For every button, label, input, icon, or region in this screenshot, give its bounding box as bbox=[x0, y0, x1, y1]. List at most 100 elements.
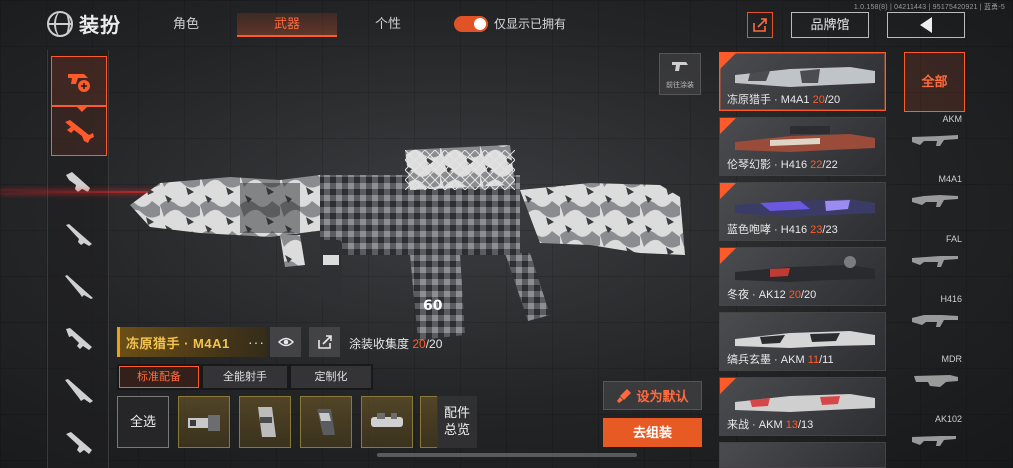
skin-total: /13 bbox=[797, 419, 814, 431]
skin-owned: 23 bbox=[810, 224, 823, 236]
back-button[interactable] bbox=[887, 12, 965, 38]
subtab-all-round[interactable]: 全能射手 bbox=[203, 366, 287, 388]
skin-list: 冻原猎手 · M4A1 20/20 伦琴幻影 · H416 22/22 蓝色咆哮… bbox=[716, 50, 892, 468]
select-all-button[interactable]: 全选 bbox=[117, 396, 169, 448]
preview-toggle-button[interactable] bbox=[270, 327, 301, 357]
grip-attachment-icon bbox=[317, 409, 335, 435]
skin-card-label: 来战 · AKM 13/13 bbox=[727, 416, 813, 432]
h416-silhouette-icon bbox=[912, 315, 958, 327]
category-smg[interactable] bbox=[51, 158, 107, 208]
back-arrow-icon bbox=[920, 17, 932, 33]
attachment-slot-magazine[interactable] bbox=[239, 396, 291, 448]
overview-label-line2: 总览 bbox=[443, 422, 470, 437]
home-indicator bbox=[377, 453, 637, 457]
attachment-slot-partial[interactable] bbox=[420, 396, 438, 448]
category-bolt-rifle[interactable] bbox=[51, 366, 107, 416]
weapon-type-label: FAL bbox=[945, 234, 962, 244]
weapon-name-bar: 冻原猎手 · M4A1 bbox=[117, 327, 267, 357]
skin-owned: 20 bbox=[812, 94, 825, 106]
subtab-custom[interactable]: 定制化 bbox=[291, 366, 371, 388]
owned-only-toggle[interactable] bbox=[454, 15, 488, 32]
weapon-preview-m4a1[interactable]: 60 bbox=[120, 135, 700, 345]
tab-character[interactable]: 角色 bbox=[160, 13, 212, 37]
skin-tag-icon bbox=[720, 378, 736, 394]
skin-owned: 13 bbox=[785, 419, 798, 431]
skin-brush-icon bbox=[68, 74, 90, 92]
category-sniper[interactable] bbox=[51, 262, 107, 312]
skin-name: 蓝色咆哮 · H416 bbox=[727, 224, 808, 236]
weapon-type-label: H416 bbox=[940, 294, 962, 304]
skin-card-label: 冬夜 · AK12 20/20 bbox=[727, 286, 816, 302]
smg-icon bbox=[66, 172, 90, 192]
weapon-type-ak102[interactable]: AK102 bbox=[904, 414, 966, 468]
skin-total: /22 bbox=[822, 159, 838, 171]
tab-weapon[interactable]: 武器 bbox=[237, 13, 337, 37]
attachment-slot-muzzle[interactable] bbox=[178, 396, 230, 448]
owned-only-filter: 仅显示已拥有 bbox=[454, 15, 566, 32]
weapon-type-m4a1[interactable]: M4A1 bbox=[904, 174, 966, 234]
bolt-rifle-icon bbox=[65, 379, 93, 403]
loadout-subtabs: 标准配备 全能射手 定制化 bbox=[117, 364, 373, 390]
collect-total: /20 bbox=[425, 337, 443, 351]
brush-icon bbox=[617, 388, 632, 403]
category-marksman-rifle[interactable] bbox=[51, 314, 107, 364]
skin-name: 冻原猎手 · M4A1 bbox=[727, 94, 810, 106]
eye-icon bbox=[277, 337, 294, 347]
tab-personality[interactable]: 个性 bbox=[362, 13, 414, 37]
set-default-button[interactable]: 设为默认 bbox=[603, 381, 702, 410]
skin-card-label: 伦琴幻影 · H416 22/22 bbox=[727, 156, 838, 172]
shotgun-icon bbox=[66, 224, 92, 246]
category-assault-rifle[interactable] bbox=[51, 106, 107, 156]
goto-skin-button[interactable]: 前往涂装 bbox=[659, 53, 701, 95]
weapon-type-fal[interactable]: FAL bbox=[904, 234, 966, 294]
share-icon bbox=[317, 335, 332, 349]
skin-total: /20 bbox=[824, 94, 841, 106]
svg-text:60: 60 bbox=[423, 298, 443, 314]
magazine-attachment-icon bbox=[258, 407, 276, 437]
marksman-rifle-icon bbox=[66, 328, 92, 350]
skin-card-blue-roar-h416[interactable]: 蓝色咆哮 · H416 23/23 bbox=[719, 182, 886, 241]
category-skin[interactable] bbox=[51, 56, 107, 112]
weapon-type-label: M4A1 bbox=[938, 174, 962, 184]
assemble-button[interactable]: 去组装 bbox=[603, 418, 702, 447]
skin-card-roentgen-h416[interactable]: 伦琴幻影 · H416 22/22 bbox=[719, 117, 886, 176]
category-shotgun[interactable] bbox=[51, 210, 107, 260]
weapon-type-label: MDR bbox=[941, 354, 963, 364]
skin-thumbnail-ak12 bbox=[735, 256, 875, 282]
category-lmg[interactable] bbox=[51, 418, 107, 468]
skin-card-ink-soldier-akm[interactable]: 缟兵玄墨 · AKM 11/11 bbox=[719, 312, 886, 371]
version-text: 1.0.158(8) | 04211443 | 95175420921 | 蓝勇… bbox=[853, 4, 1005, 11]
skin-collection-progress: 涂装收集度 20/20 bbox=[349, 335, 442, 352]
weapon-type-h416[interactable]: H416 bbox=[904, 294, 966, 354]
top-bar: 装扮 角色 武器 个性 仅显示已拥有 1.0.158(8) | 04211443… bbox=[0, 0, 1013, 48]
more-options-icon[interactable]: ··· bbox=[248, 334, 265, 350]
skin-card-label: 缟兵玄墨 · AKM 11/11 bbox=[727, 351, 834, 367]
skin-thumbnail-akm-ink bbox=[735, 331, 875, 348]
skin-card-winter-night-ak12[interactable]: 冬夜 · AK12 20/20 bbox=[719, 247, 886, 306]
attachment-overview-button[interactable]: 配件 总览 bbox=[437, 396, 477, 448]
skin-card-partial[interactable] bbox=[719, 442, 886, 468]
skin-thumbnail-akm-fight bbox=[735, 394, 875, 412]
collect-label: 涂装收集度 bbox=[349, 337, 410, 351]
scope-attachment-icon bbox=[371, 413, 403, 427]
share-skin-button[interactable] bbox=[309, 327, 340, 357]
attachment-slot-grip[interactable] bbox=[300, 396, 352, 448]
skin-card-come-fight-akm[interactable]: 来战 · AKM 13/13 bbox=[719, 377, 886, 436]
attachment-slot-scope[interactable] bbox=[361, 396, 413, 448]
weapon-category-sidebar bbox=[47, 50, 109, 468]
skin-name: 缟兵玄墨 · AKM bbox=[727, 354, 805, 366]
overview-label-line1: 配件 bbox=[443, 405, 470, 420]
weapon-type-all[interactable]: 全部 bbox=[904, 52, 965, 112]
weapon-type-akm[interactable]: AKM bbox=[904, 114, 966, 174]
skin-tag-icon bbox=[720, 53, 736, 69]
skin-card-tundra-hunter-m4a1[interactable]: 冻原猎手 · M4A1 20/20 bbox=[719, 52, 886, 111]
skin-name: 来战 · AKM bbox=[727, 419, 783, 431]
collect-owned: 20 bbox=[412, 337, 426, 351]
skin-tag-icon bbox=[720, 118, 736, 134]
skin-thumbnail-h416-blue bbox=[735, 199, 875, 217]
weapon-type-mdr[interactable]: MDR bbox=[904, 354, 966, 414]
weapon-type-filter: 全部 AKM M4A1 FAL H416 MDR AK102 bbox=[904, 50, 966, 468]
share-button[interactable] bbox=[747, 12, 773, 38]
subtab-standard[interactable]: 标准配备 bbox=[119, 366, 199, 388]
brand-hall-button[interactable]: 品牌馆 bbox=[791, 12, 869, 38]
